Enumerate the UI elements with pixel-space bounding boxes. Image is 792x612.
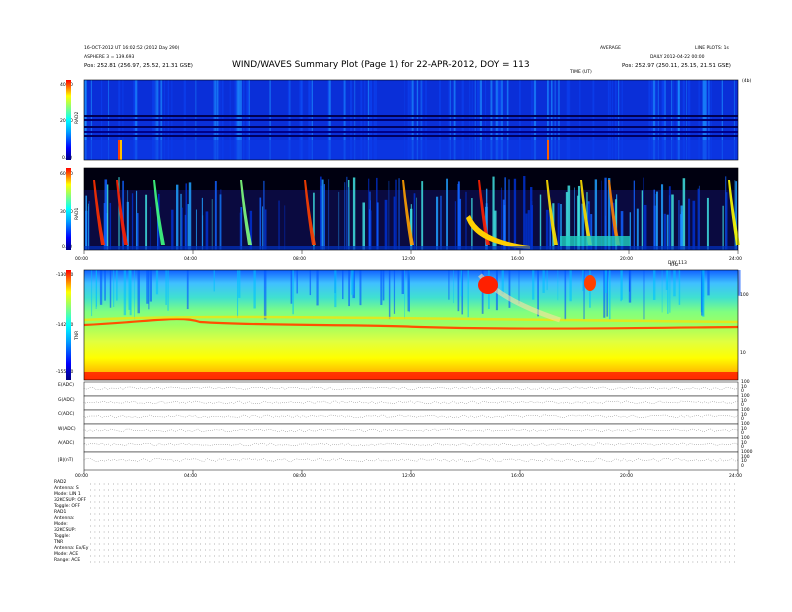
tnr-spectrogram bbox=[83, 269, 741, 381]
line-plots-panel bbox=[83, 381, 739, 471]
rad1-spectrogram bbox=[83, 167, 740, 251]
colorbar-2 bbox=[66, 168, 71, 250]
summary-plot-page: { "header": { "left_line1": "16-OCT-2012… bbox=[0, 0, 792, 612]
colorbar-1 bbox=[66, 80, 71, 160]
rad2-spectrogram bbox=[83, 79, 739, 161]
plot-canvas bbox=[66, 79, 741, 563]
colorbar-3 bbox=[66, 270, 71, 380]
